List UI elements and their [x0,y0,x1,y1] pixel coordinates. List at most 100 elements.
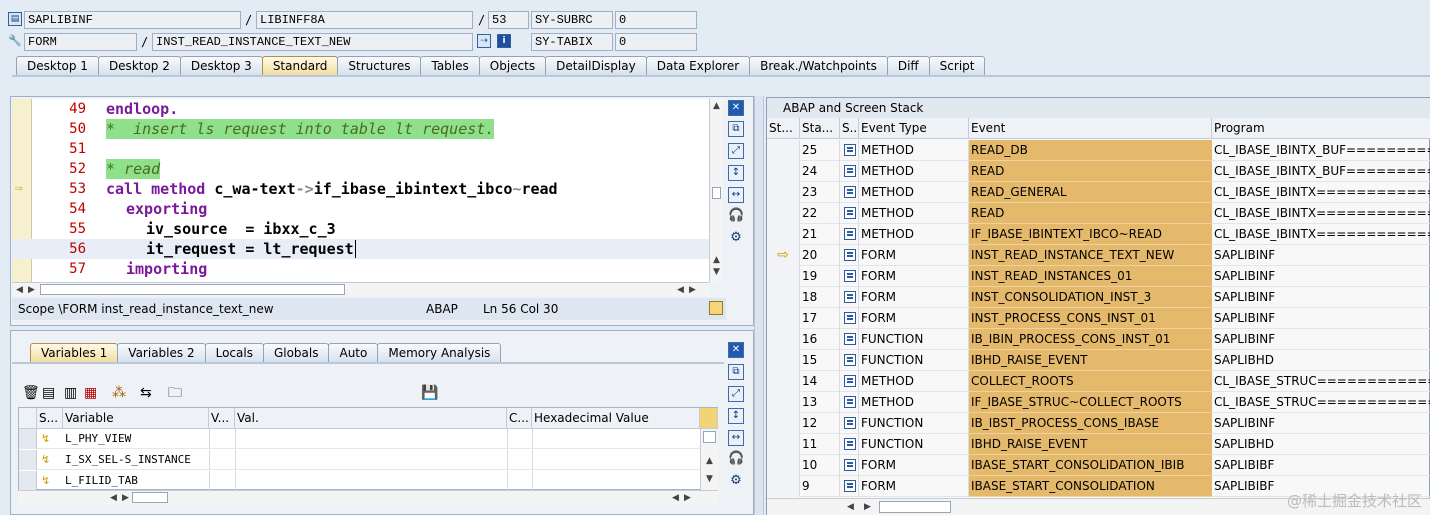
event-name[interactable]: IBHD_RAISE_EVENT [969,434,1212,455]
vars-vertical-scrollbar[interactable]: ▲ ▼ [700,429,718,490]
hierarchy-icon[interactable]: ⁂ [112,385,126,401]
variable-name[interactable]: L_PHY_VIEW [65,429,131,449]
source-icon[interactable] [844,375,856,387]
col-header[interactable]: S... [37,408,63,429]
event-name[interactable]: INST_CONSOLIDATION_INST_3 [969,287,1212,308]
source-icon[interactable] [844,333,856,345]
scroll-down-icon[interactable]: ▼ [713,267,720,277]
event-name[interactable]: IBASE_START_CONSOLIDATION_IBIB [969,455,1212,476]
event-name[interactable]: READ_DB [969,140,1212,161]
scroll-thumb[interactable] [712,187,721,199]
source-icon[interactable] [840,266,859,287]
sysvar2-label-field[interactable]: SY-TABIX [531,33,613,51]
event-name[interactable]: READ_GENERAL [969,182,1212,203]
stack-row[interactable]: 11 FUNCTION IBHD_RAISE_EVENT SAPLIBHD [767,434,1430,455]
include-field[interactable]: LIBINFF8A [256,11,473,29]
maximize-icon[interactable]: ⤢ [728,143,744,159]
col-header[interactable]: Variable [63,408,209,429]
scroll-right-icon[interactable]: ▶ [28,285,35,295]
sysvar1-value-field[interactable]: 0 [615,11,697,29]
source-icon[interactable] [844,165,856,177]
col-header[interactable]: S... [840,118,859,139]
source-icon[interactable] [844,459,856,471]
event-name[interactable]: INST_READ_INSTANCES_01 [969,266,1212,287]
stack-row[interactable]: 22 METHODREADCL_IBASE_IBINTX=============… [767,203,1430,224]
source-icon[interactable] [840,203,859,224]
tab-objects[interactable]: Objects [478,56,547,75]
source-icon[interactable] [840,371,859,392]
source-icon[interactable] [844,186,856,198]
scroll-right-icon[interactable]: ▶ [864,502,871,512]
event-name[interactable]: COLLECT_ROOTS [969,371,1212,392]
event-name[interactable]: IF_IBASE_IBINTEXT_IBCO~READ [969,224,1212,245]
sysvar1-label-field[interactable]: SY-SUBRC [531,11,613,29]
event-type-field[interactable]: FORM [24,33,137,51]
source-icon[interactable] [840,434,859,455]
tab-standard[interactable]: Standard [261,56,339,75]
source-icon[interactable] [840,224,859,245]
stack-row[interactable]: 17 FORM INST_PROCESS_CONS_INST_01 SAPLIBINF [767,308,1430,329]
navigate-icon[interactable]: ⇢ [477,34,491,48]
col-header[interactable]: Sta... [800,118,840,139]
col-header[interactable]: Event Type [859,118,969,139]
event-name[interactable]: INST_READ_INSTANCE_TEXT_NEW [969,245,1212,266]
col-header[interactable]: C... [507,408,532,429]
col-header[interactable]: V... [209,408,235,429]
tab-structures[interactable]: Structures [337,56,422,75]
notes-icon[interactable] [709,301,723,315]
code-line[interactable]: 51 [12,139,709,159]
source-icon[interactable] [844,480,856,492]
tab-auto[interactable]: Auto [328,343,379,362]
tab-locals[interactable]: Locals [204,343,264,362]
horizontal-resize-icon[interactable]: ↔ [728,187,744,203]
tab-break-watchpoints[interactable]: Break./Watchpoints [749,56,888,75]
code-line[interactable]: 54 exporting [12,199,709,219]
source-icon[interactable] [844,270,856,282]
stack-row[interactable]: 25 METHOD READ_DB CL_IBASE_IBINTX_BUF======… [767,140,1430,161]
source-icon[interactable] [840,455,859,476]
edit-list-icon[interactable]: ▥ [64,385,77,401]
col-header[interactable]: Val. [235,408,507,429]
source-icon[interactable] [840,287,859,308]
sysvar2-value-field[interactable]: 0 [615,33,697,51]
tab-script[interactable]: Script [928,56,986,75]
tab-detaildisplay[interactable]: DetailDisplay [545,56,647,75]
source-icon[interactable] [840,140,859,161]
tab-desktop-3[interactable]: Desktop 3 [179,56,263,75]
source-icon[interactable] [840,413,859,434]
swap-tool-icon[interactable]: ⧉ [728,121,744,137]
row-selector[interactable] [19,471,37,491]
editor-vertical-scrollbar[interactable]: ▲ ▲ ▼ [709,99,723,282]
scroll-up-icon[interactable]: ▲ [713,101,720,111]
col-header[interactable]: Hexadecimal Value [532,408,700,429]
event-name[interactable]: IB_IBIN_PROCESS_CONS_INST_01 [969,329,1212,350]
layout-icon[interactable] [700,408,718,429]
table-row[interactable]: ↯ L_FILID_TAB [19,471,700,491]
scroll-thumb[interactable] [40,284,345,295]
code-line[interactable]: 55 iv_source = ibxx_c_3 [12,219,709,239]
remove-list-icon[interactable]: ▦ [84,385,97,401]
source-icon[interactable] [840,161,859,182]
tab-variables-2[interactable]: Variables 2 [117,343,206,362]
tab-desktop-2[interactable]: Desktop 2 [97,56,181,75]
folder-icon[interactable]: 🗀 [168,385,182,401]
scroll-down-icon[interactable]: ▼ [706,474,713,484]
code-line[interactable]: 57 importing [12,259,709,279]
source-icon[interactable] [844,144,856,156]
program-field[interactable]: SAPLIBINF [24,11,241,29]
event-name[interactable]: IF_IBASE_STRUC~COLLECT_ROOTS [969,392,1212,413]
code-line[interactable]: 49 endloop. [12,99,709,119]
save-icon[interactable]: 💾 [421,385,438,401]
source-icon[interactable] [844,249,856,261]
source-icon[interactable] [840,182,859,203]
code-editor[interactable]: 49 endloop. 50 * insert ls request into tab… [12,99,709,282]
source-icon[interactable] [840,350,859,371]
scroll-up-icon[interactable]: ▲ [713,255,720,265]
source-icon[interactable] [844,396,856,408]
source-icon[interactable] [844,312,856,324]
stack-row[interactable]: 23 METHOD READ_GENERAL CL_IBASE_IBINTX=====… [767,182,1430,203]
stack-row[interactable]: 18 FORM INST_CONSOLIDATION_INST_3 SAPLIBINF [767,287,1430,308]
source-icon[interactable] [840,308,859,329]
stack-row[interactable]: 24 METHOD READ CL_IBASE_IBINTX_BUF=========… [767,161,1430,182]
list-icon[interactable]: ▤ [42,385,55,401]
